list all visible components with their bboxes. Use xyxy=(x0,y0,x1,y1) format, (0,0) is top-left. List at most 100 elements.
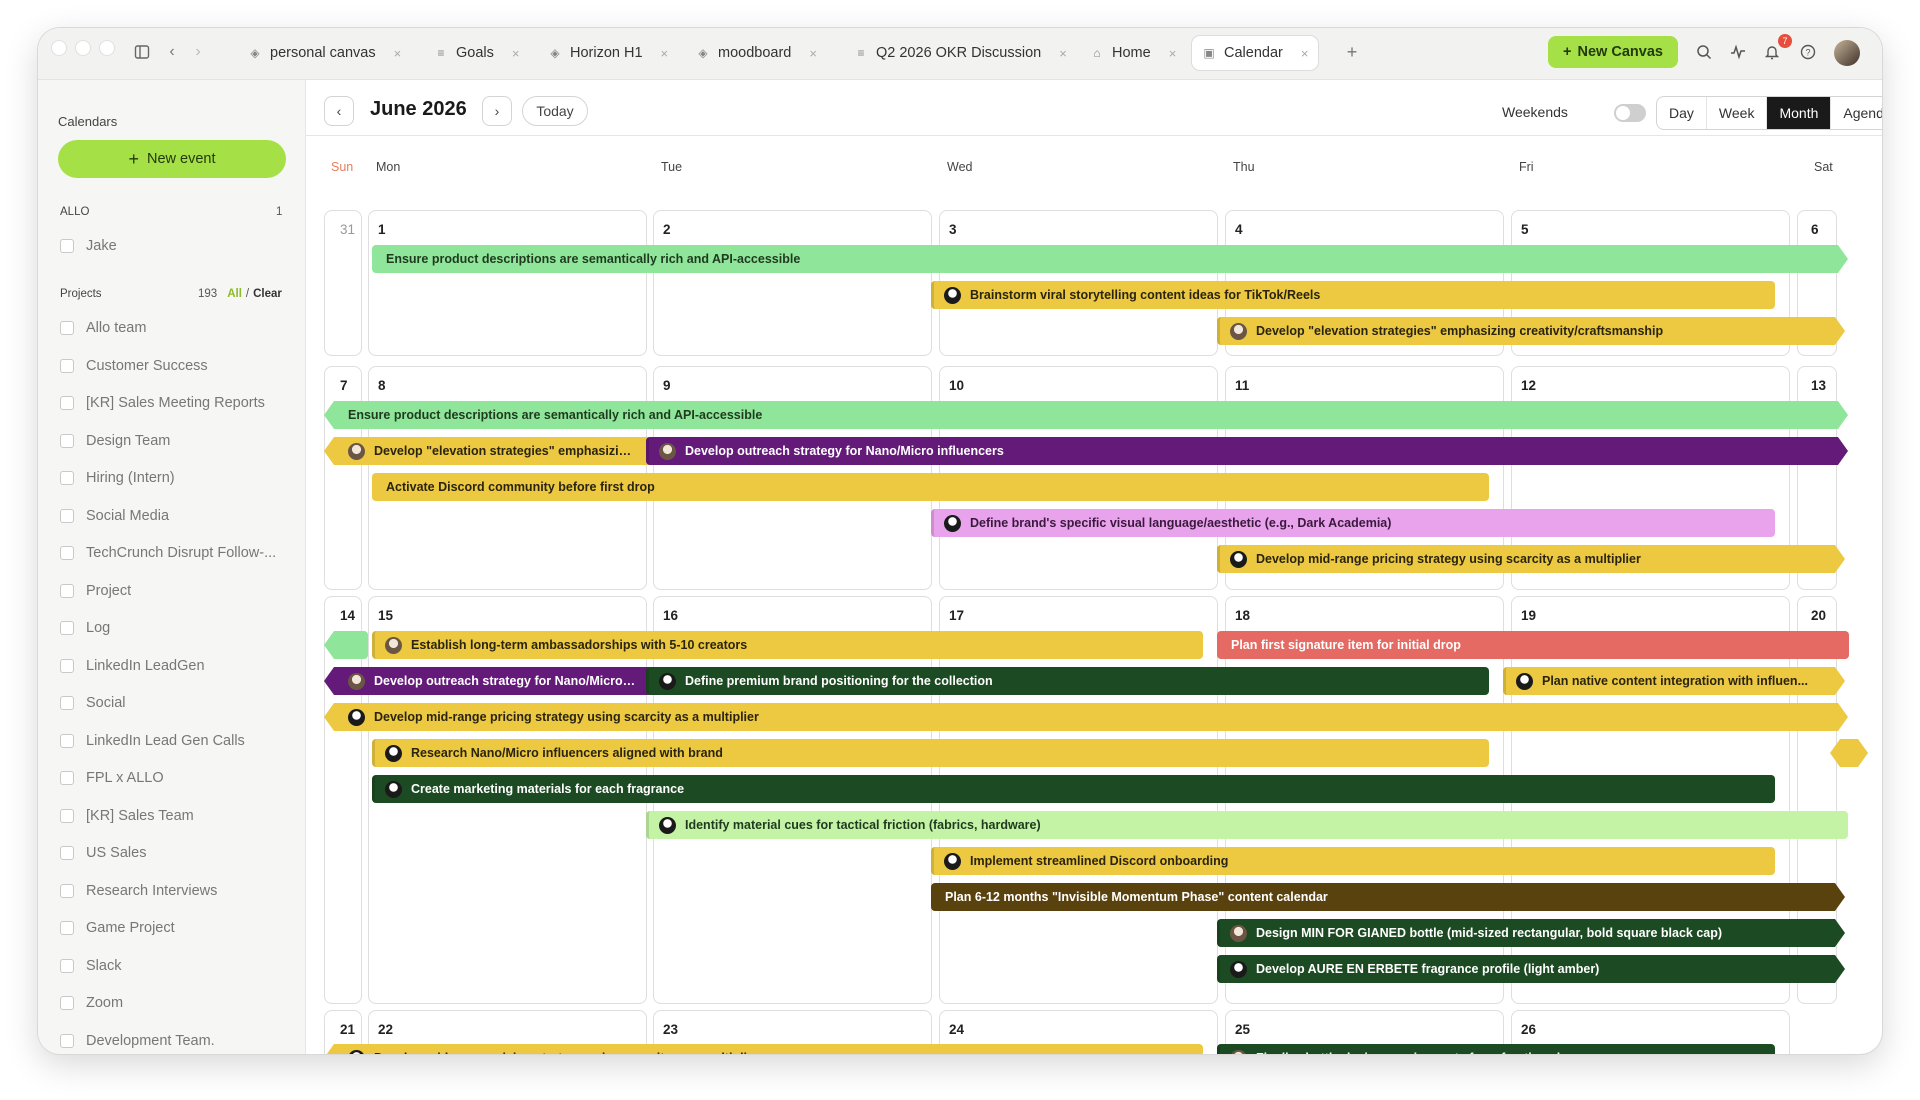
next-month-button[interactable]: › xyxy=(482,96,512,126)
close-tab-icon[interactable]: × xyxy=(809,46,817,61)
project-item[interactable]: TechCrunch Disrupt Follow-... xyxy=(60,545,276,561)
close-tab-icon[interactable]: × xyxy=(512,46,520,61)
view-week-button[interactable]: Week xyxy=(1707,97,1768,129)
project-item[interactable]: [KR] Sales Team xyxy=(60,808,194,824)
close-tab-icon[interactable]: × xyxy=(1301,46,1309,61)
new-event-button[interactable]: + New event xyxy=(58,140,286,178)
event-bar[interactable]: Identify material cues for tactical fric… xyxy=(646,811,1848,839)
event-bar[interactable]: Develop outreach strategy for Nano/Micro… xyxy=(324,667,652,695)
event-bar[interactable]: Develop "elevation strategies" emphasizi… xyxy=(324,437,652,465)
event-bar[interactable]: Brainstorm viral storytelling content id… xyxy=(931,281,1775,309)
day-cell[interactable] xyxy=(368,210,647,356)
checkbox[interactable] xyxy=(60,621,74,635)
event-bar[interactable]: Research Nano/Micro influencers aligned … xyxy=(372,739,1489,767)
event-bar[interactable]: Define premium brand positioning for the… xyxy=(646,667,1489,695)
event-bar[interactable]: Plan native content integration with inf… xyxy=(1503,667,1845,695)
event-bar[interactable]: Develop "elevation strategies" emphasizi… xyxy=(1217,317,1845,345)
project-item[interactable]: Customer Success xyxy=(60,358,208,374)
view-day-button[interactable]: Day xyxy=(1657,97,1707,129)
project-item[interactable]: Log xyxy=(60,620,110,636)
close-tab-icon[interactable]: × xyxy=(661,46,669,61)
project-item[interactable]: Social Media xyxy=(60,508,169,524)
project-item[interactable]: US Sales xyxy=(60,845,146,861)
checkbox[interactable] xyxy=(60,658,74,673)
calendar-item[interactable]: Jake xyxy=(60,238,117,254)
event-bar[interactable]: Develop mid-range pricing strategy using… xyxy=(324,1044,1203,1054)
project-item[interactable]: LinkedIn LeadGen xyxy=(60,658,205,674)
sidebar-toggle-icon[interactable] xyxy=(128,38,156,66)
tab-home[interactable]: ⌂ Home × xyxy=(1080,36,1186,70)
checkbox[interactable] xyxy=(60,433,74,448)
event-bar[interactable]: Plan first signature item for initial dr… xyxy=(1217,631,1849,659)
add-tab-icon[interactable]: + xyxy=(1338,38,1366,66)
event-bar[interactable]: Establish long-term ambassadorships with… xyxy=(372,631,1203,659)
project-item[interactable]: Research Interviews xyxy=(60,883,217,899)
close-tab-icon[interactable]: × xyxy=(1059,46,1067,61)
help-icon[interactable]: ? xyxy=(1794,38,1822,66)
close-tab-icon[interactable]: × xyxy=(394,46,402,61)
checkbox[interactable] xyxy=(60,508,74,523)
project-item[interactable]: Allo team xyxy=(60,320,146,336)
event-bar[interactable]: Design MIN FOR GIANED bottle (mid-sized … xyxy=(1217,919,1845,947)
event-bar[interactable]: Create marketing materials for each frag… xyxy=(372,775,1775,803)
prev-month-button[interactable]: ‹ xyxy=(324,96,354,126)
window-close-light[interactable] xyxy=(52,41,66,55)
checkbox[interactable] xyxy=(60,808,74,823)
checkbox[interactable] xyxy=(60,321,74,335)
project-item[interactable]: [KR] Sales Meeting Reports xyxy=(60,395,265,411)
window-zoom-light[interactable] xyxy=(100,41,114,55)
select-all-link[interactable]: All xyxy=(227,288,242,300)
project-item[interactable]: Slack xyxy=(60,958,121,974)
new-canvas-button[interactable]: + New Canvas xyxy=(1548,36,1678,68)
checkbox[interactable] xyxy=(60,239,74,253)
weekends-toggle[interactable] xyxy=(1614,104,1646,122)
day-cell[interactable] xyxy=(653,210,932,356)
forward-icon[interactable]: › xyxy=(184,38,212,66)
checkbox[interactable] xyxy=(60,733,74,748)
view-month-button[interactable]: Month xyxy=(1767,97,1832,129)
tab-moodboard[interactable]: ◈ moodboard × xyxy=(686,36,827,70)
checkbox[interactable] xyxy=(60,846,74,860)
project-item[interactable]: FPL x ALLO xyxy=(60,770,164,786)
project-item[interactable]: LinkedIn Lead Gen Calls xyxy=(60,733,245,749)
event-bar[interactable]: Implement streamlined Discord onboarding xyxy=(931,847,1775,875)
event-bar[interactable]: Develop mid-range pricing strategy using… xyxy=(1217,545,1845,573)
window-minimize-light[interactable] xyxy=(76,41,90,55)
clear-link[interactable]: Clear xyxy=(253,288,282,300)
tab-calendar[interactable]: ▣ Calendar × xyxy=(1192,36,1319,70)
project-item[interactable]: Development Team. xyxy=(60,1033,215,1049)
search-icon[interactable] xyxy=(1690,38,1718,66)
tab-q2-okr[interactable]: ≡ Q2 2026 OKR Discussion × xyxy=(844,36,1077,70)
event-bar[interactable]: Ensure product descriptions are semantic… xyxy=(372,245,1848,273)
event-bar[interactable]: Develop outreach strategy for Nano/Micro… xyxy=(646,437,1848,465)
project-item[interactable]: Social xyxy=(60,695,126,711)
checkbox[interactable] xyxy=(60,696,74,710)
project-item[interactable]: Project xyxy=(60,583,131,599)
checkbox[interactable] xyxy=(60,921,74,935)
day-cell[interactable] xyxy=(324,366,362,590)
checkbox[interactable] xyxy=(60,883,74,898)
view-agenda-button[interactable]: Agenda xyxy=(1831,97,1882,129)
checkbox[interactable] xyxy=(60,583,74,598)
checkbox[interactable] xyxy=(60,471,74,485)
user-avatar[interactable] xyxy=(1834,40,1860,66)
checkbox[interactable] xyxy=(60,358,74,373)
checkbox[interactable] xyxy=(60,546,74,560)
event-bar[interactable]: Define brand's specific visual language/… xyxy=(931,509,1775,537)
event-bar[interactable]: Develop AURE EN ERBETE fragrance profile… xyxy=(1217,955,1845,983)
checkbox[interactable] xyxy=(60,958,74,973)
project-item[interactable]: Game Project xyxy=(60,920,175,936)
checkbox[interactable] xyxy=(60,771,74,785)
checkbox[interactable] xyxy=(60,996,74,1010)
checkbox[interactable] xyxy=(60,1033,74,1048)
event-bar[interactable]: Ensure product descriptions are semantic… xyxy=(324,401,1848,429)
checkbox[interactable] xyxy=(60,396,74,410)
tab-personal-canvas[interactable]: ◈ personal canvas × xyxy=(238,36,411,70)
today-button[interactable]: Today xyxy=(522,96,588,126)
tab-goals[interactable]: ≡ Goals × xyxy=(424,36,529,70)
event-bar[interactable]: Finalize bottle design requirements for … xyxy=(1217,1044,1775,1054)
close-tab-icon[interactable]: × xyxy=(1169,46,1177,61)
back-icon[interactable]: ‹ xyxy=(158,38,186,66)
event-bar[interactable]: Plan 6-12 months "Invisible Momentum Pha… xyxy=(931,883,1845,911)
project-item[interactable]: Design Team xyxy=(60,433,170,449)
